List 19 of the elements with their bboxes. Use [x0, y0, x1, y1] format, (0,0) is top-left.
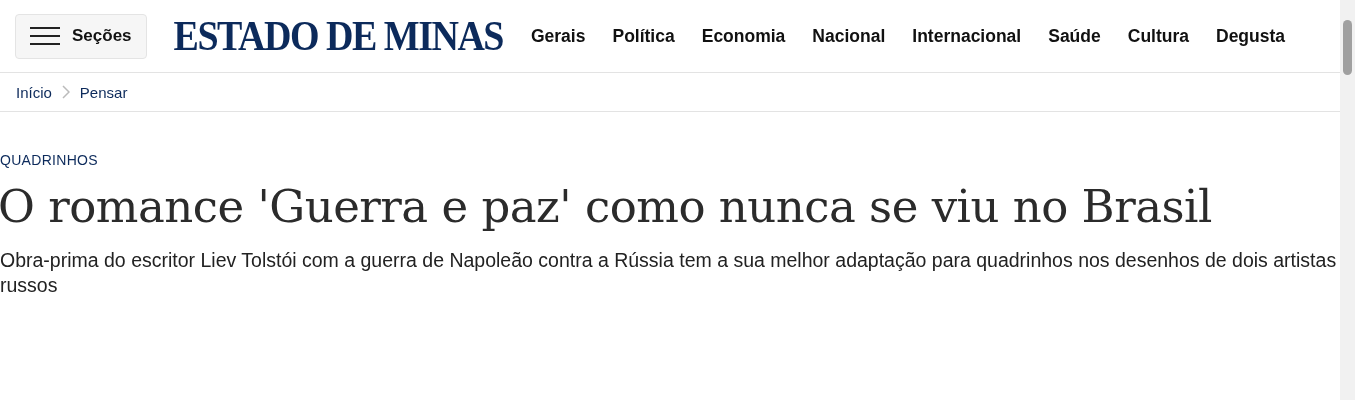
breadcrumb-link[interactable]: Início: [16, 83, 52, 101]
scrollbar[interactable]: [1340, 0, 1355, 400]
nav-link[interactable]: Gerais: [530, 25, 586, 47]
nav-link[interactable]: Economia: [701, 25, 786, 47]
sections-menu-button[interactable]: Seções: [15, 13, 147, 59]
breadcrumb-link[interactable]: Pensar: [79, 83, 128, 101]
nav-link[interactable]: Degusta: [1216, 25, 1286, 47]
nav-link[interactable]: Cultura: [1127, 25, 1189, 47]
menu-icon: [30, 27, 60, 45]
logo[interactable]: ESTADO DE MINAS: [173, 11, 503, 61]
article-title: O romance 'Guerra e paz' como nunca se viu no Brasil: [0, 179, 1213, 235]
scrollbar-thumb[interactable]: [1343, 20, 1352, 75]
chevron-icon: [61, 85, 70, 99]
nav-link[interactable]: Internacional: [912, 25, 1022, 47]
category-label: QUADRINHOS: [0, 152, 99, 168]
nav-link[interactable]: Política: [612, 25, 675, 47]
nav-link[interactable]: Saúde: [1048, 25, 1101, 47]
nav-link[interactable]: Nacional: [812, 25, 886, 47]
article-subtitle: Obra-prima do escritor Liev Tolstói com a guerra de Napoleão contra a Rússia tem a sua melhor adaptação para quadrinhos nos desenhos de dois artistas russos: [0, 248, 1338, 298]
